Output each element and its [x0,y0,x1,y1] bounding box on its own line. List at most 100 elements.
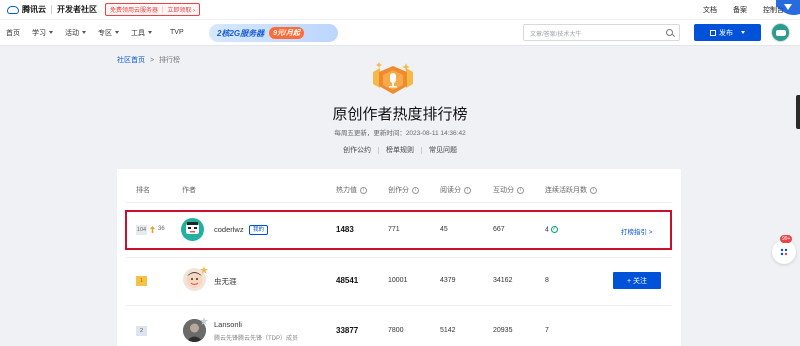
cloud-logo-icon [7,5,19,14]
header-create: 创作分 i [388,185,419,195]
star-badge-icon [200,266,208,274]
divider [126,305,672,306]
follow-button[interactable]: + 关注 [613,272,661,289]
interact-value: 20935 [493,327,513,334]
top-bar: 腾讯云 开发者社区 免费领用云服务器 ｜ 立即领取 › 文档 备案 控制台 [0,0,800,19]
grid-icon [780,248,788,256]
mine-tag: 我的 [249,225,269,235]
header-hot-label: 热力值 [336,187,357,194]
info-icon[interactable]: i [517,186,524,194]
header-rank-label: 排名 [136,187,150,194]
rules-link[interactable]: 榜单规则 [386,147,414,154]
side-scroll-handle[interactable] [796,95,800,129]
chevron-down-icon [82,31,86,34]
info-icon[interactable]: i [464,186,471,194]
faq-link[interactable]: 常见问题 [429,147,457,154]
breadcrumb-home[interactable]: 社区首页 [117,57,145,64]
filing-link[interactable]: 备案 [733,5,747,15]
update-time: 每周五更新，更新时间：2023-08-11 14:36:42 [334,130,466,137]
corner-float-icon[interactable] [770,0,800,16]
divider [51,5,52,14]
info-icon[interactable]: i [590,186,597,194]
header-author-label: 作者 [182,187,196,194]
server-promo-banner[interactable]: 2核2G服务器 9元/月起 [209,24,338,42]
chevron-down-icon[interactable] [741,31,745,34]
nav-tools[interactable]: 工具 [131,28,152,38]
chevron-down-icon [49,31,53,34]
check-circle-icon: ✓ [550,226,558,233]
trophy-icon [373,62,413,94]
nav-events-label: 活动 [65,29,79,37]
divider [421,146,422,154]
author-name[interactable]: 虫无涯 [214,276,237,287]
rank-number: 1 [136,276,147,286]
docs-link[interactable]: 文档 [703,5,717,15]
search-placeholder: 文章/答案/技术大牛 [530,32,582,38]
nav-learn[interactable]: 学习 [32,28,53,38]
message-widget[interactable] [772,240,796,264]
my-author-name[interactable]: coderlwz [214,225,244,234]
header-read-label: 阅读分 [440,187,461,194]
guide-link[interactable]: 打榜指引 > [621,226,653,236]
active-value: 7 [545,327,549,334]
promo-link[interactable]: 免费领用云服务器 ｜ 立即领取 › [105,3,200,16]
main-nav: 首页 学习 活动 专区 工具 TVP [0,19,800,46]
breadcrumb-sep: > [149,57,155,64]
read-value: 5142 [440,327,456,334]
nav-tvp-label: TVP [170,29,184,36]
divider [378,146,379,154]
info-icon[interactable]: i [360,186,367,194]
rule-links: 创作公约 榜单规则 常见问题 [0,145,800,155]
info-icon[interactable]: i [412,186,419,194]
my-active-count: 4 [545,226,549,234]
header-active-label: 连续活跃月数 [545,187,587,194]
breadcrumb: 社区首页 > 排行榜 [117,55,180,65]
divider [126,202,672,203]
divider [126,257,672,258]
chevron-down-icon [148,31,152,34]
interact-value: 34162 [493,277,513,284]
header-read: 阅读分 i [440,185,471,195]
header-create-label: 创作分 [388,187,409,194]
banner-price: 9元/月起 [269,27,304,39]
read-value: 4379 [440,277,456,284]
nav-home-label: 首页 [6,29,20,37]
nav-tvp[interactable]: TVP [170,29,184,36]
edit-icon [710,29,716,36]
author-subtitle: 腾云先锋腾云先锋（TDP）成员 [214,336,299,342]
community-link[interactable]: 开发者社区 [57,4,97,15]
my-create-value: 771 [388,226,400,233]
convention-link[interactable]: 创作公约 [343,147,371,154]
hot-value: 33877 [336,326,359,335]
brand-name: 腾讯云 [22,5,46,14]
star-badge-icon [200,317,208,325]
active-value: 8 [545,277,549,284]
my-avatar[interactable] [181,218,204,241]
user-avatar[interactable] [771,23,790,42]
search-icon[interactable] [666,29,673,36]
my-interact-value: 667 [493,226,505,233]
chevron-down-icon [115,31,119,34]
search-input[interactable]: 文章/答案/技术大牛 [523,24,680,41]
nav-zones-label: 专区 [98,29,112,37]
publish-button[interactable]: 发布 [694,24,761,41]
banner-text: 2核2G服务器 [217,28,265,38]
page-title: 原创作者热度排行榜 [332,106,468,123]
my-rank-change: 36 [158,226,165,232]
header-hot: 热力值 i [336,185,367,195]
brand-logo[interactable]: 腾讯云 [7,4,46,15]
header-rank: 排名 [136,185,150,195]
rank-number: 2 [136,326,147,336]
my-active-value: 4 ✓ [545,226,558,233]
header-active: 连续活跃月数 i [545,185,597,195]
hot-value: 48541 [336,276,359,285]
create-value: 10001 [388,277,408,284]
breadcrumb-current: 排行榜 [159,57,180,64]
author-name[interactable]: Lansonli [214,320,242,329]
create-value: 7800 [388,327,404,334]
nav-home[interactable]: 首页 [6,28,20,38]
publish-label: 发布 [719,29,733,37]
nav-events[interactable]: 活动 [65,28,86,38]
nav-zones[interactable]: 专区 [98,28,119,38]
my-rank-number: 104 [136,225,147,235]
